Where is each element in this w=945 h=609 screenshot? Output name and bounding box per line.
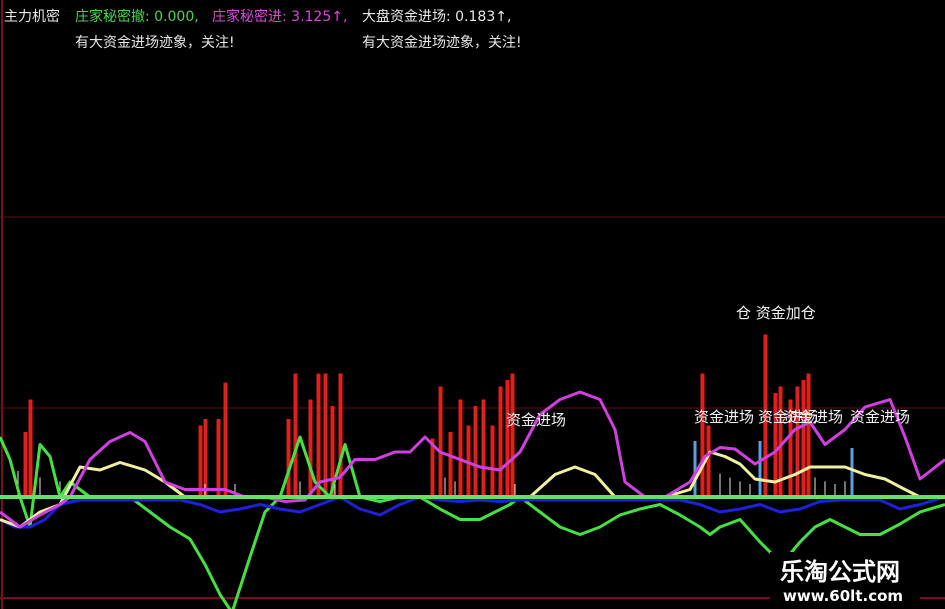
annotation-add-position: 仓 资金加仓 xyxy=(736,304,816,322)
red-bar xyxy=(481,399,486,497)
red-bar xyxy=(795,386,800,497)
red-bar xyxy=(806,373,811,497)
annotation-fund-inflow: 资金进场 xyxy=(694,408,754,426)
red-bar xyxy=(801,380,806,497)
notice-right: 有大资金进场迹象，关注! xyxy=(362,35,522,51)
red-bar xyxy=(316,373,321,497)
header-enter-value: 庄家秘密进: 3.125↑, xyxy=(212,9,348,25)
red-bar xyxy=(498,386,503,497)
red-bar xyxy=(23,432,28,497)
red-bar xyxy=(293,373,298,497)
indicator-chart: 资金进场 资金进场 资金进场 资金进场 资金进场 仓 资金加仓 乐淘公式网 ww… xyxy=(0,0,945,609)
red-bar xyxy=(700,373,705,497)
red-bar xyxy=(458,399,463,497)
red-bar xyxy=(706,425,711,497)
header-market-inflow-value: 大盘资金进场: 0.183↑, xyxy=(362,9,512,25)
red-bar xyxy=(216,419,221,497)
red-bar xyxy=(286,419,291,497)
annotation-fund-inflow: 资金进场 xyxy=(850,408,910,426)
notice-left: 有大资金进场迹象，关注! xyxy=(75,35,235,51)
red-bar xyxy=(505,380,510,497)
watermark-title: 乐淘公式网 xyxy=(780,558,900,586)
red-bar xyxy=(308,399,313,497)
header-withdraw-value: 庄家秘密撤: 0.000, xyxy=(75,9,199,25)
red-bar xyxy=(198,425,203,497)
red-bar xyxy=(510,373,515,497)
red-bar xyxy=(323,373,328,497)
annotation-fund-inflow: 资金进场 xyxy=(506,411,566,429)
watermark-url: www.60lt.com xyxy=(783,587,903,605)
indicator-title: 主力机密 xyxy=(4,9,60,25)
red-bar xyxy=(490,425,495,497)
annotation-fund-inflow: 资金进场 xyxy=(783,408,843,426)
red-bar xyxy=(438,386,443,497)
red-bar xyxy=(448,432,453,497)
red-bar xyxy=(223,382,228,497)
red-bar xyxy=(28,399,33,497)
red-bar xyxy=(473,406,478,497)
